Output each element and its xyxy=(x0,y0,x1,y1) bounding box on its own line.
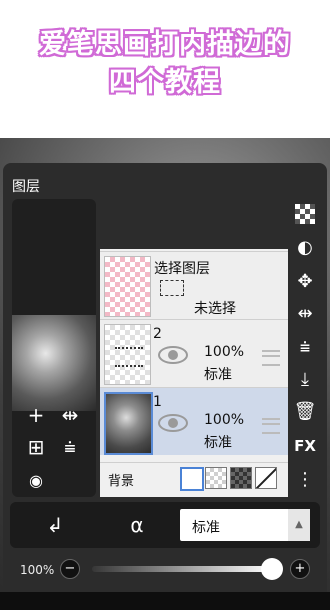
layers-top-empty xyxy=(100,199,288,249)
blend-mode-select[interactable]: 标准 ▲ xyxy=(180,509,310,541)
background-label: 背景 xyxy=(108,474,135,489)
layer-tools-column: ◐ ✥ ⇹ ⩧ ⤓ 🗑 FX ⋮ xyxy=(290,199,320,497)
top-banner: 爱笔思画打内描边的 四个教程 xyxy=(0,0,330,138)
checker-icon xyxy=(295,204,315,224)
layer-blend-mode: 标准 xyxy=(204,435,232,451)
blend-mode-value: 标准 xyxy=(192,520,220,536)
layer-name: 选择图层 xyxy=(154,261,210,277)
layer-thumbnail xyxy=(104,324,151,385)
sketch-thumbnail xyxy=(115,347,143,367)
duplicate-layer-button[interactable]: ⊞ xyxy=(24,435,48,459)
opacity-label: 100% xyxy=(20,563,55,577)
move-icon[interactable]: ✥ xyxy=(290,267,320,297)
drag-handle-icon[interactable] xyxy=(262,418,280,434)
layer-row-selection[interactable]: 选择图层 未选择 xyxy=(100,251,288,319)
background-white-swatch[interactable] xyxy=(180,467,204,491)
layer-number: 2 xyxy=(153,326,162,342)
drag-handle-icon[interactable] xyxy=(262,350,280,366)
flip-vertical-icon[interactable]: ⩧ xyxy=(290,333,320,363)
layer-row-2[interactable]: 2 100% 标准 xyxy=(100,319,288,387)
visibility-eye-icon[interactable] xyxy=(158,414,188,432)
selection-marquee-icon xyxy=(160,280,184,296)
layer-bottom-bar: ↲ α 标准 ▲ xyxy=(10,502,320,548)
camera-button[interactable]: ◉ xyxy=(24,469,48,493)
background-none-swatch[interactable] xyxy=(255,467,277,489)
layer-opacity: 100% xyxy=(204,344,245,360)
layer-thumbnail xyxy=(104,256,151,317)
flip-layer-button[interactable]: ⇹ xyxy=(58,403,82,427)
dropdown-arrow-icon: ▲ xyxy=(288,509,310,541)
trash-icon[interactable]: 🗑 xyxy=(290,397,320,427)
background-dark-checker-swatch[interactable] xyxy=(230,467,252,489)
half-circle-icon[interactable]: ◐ xyxy=(290,233,320,263)
preview-image xyxy=(12,315,96,411)
alpha-lock-icon[interactable]: α xyxy=(122,510,152,540)
bottom-toolbar xyxy=(0,592,330,610)
opacity-slider-track[interactable] xyxy=(92,566,272,572)
background-row: 背景 xyxy=(100,462,288,495)
opacity-control: 100% − + xyxy=(10,554,320,584)
banner-title-line2: 四个教程 xyxy=(109,67,221,98)
merge-layer-button[interactable]: ⩧ xyxy=(58,435,82,459)
layers-list: 选择图层 未选择 2 100% 标准 1 100% 标准 xyxy=(100,199,288,497)
opacity-minus-button[interactable]: − xyxy=(60,559,80,579)
layer-row-1[interactable]: 1 100% 标准 xyxy=(100,387,288,455)
background-checker-swatch[interactable] xyxy=(205,467,227,489)
layer-thumbnail xyxy=(104,392,153,455)
add-layer-button[interactable]: + xyxy=(24,403,48,427)
download-icon[interactable]: ⤓ xyxy=(290,365,320,395)
canvas-preview: + ⇹ ⊞ ⩧ ◉ xyxy=(12,199,96,497)
layer-number: 1 xyxy=(153,394,162,410)
panel-title: 图层 xyxy=(12,179,40,195)
more-vertical-icon[interactable]: ⋮ xyxy=(290,465,320,495)
opacity-slider-knob[interactable] xyxy=(261,558,283,580)
checker-tool-button[interactable] xyxy=(290,199,320,229)
clip-arrow-icon[interactable]: ↲ xyxy=(40,510,70,540)
fx-icon[interactable]: FX xyxy=(290,431,320,461)
layer-opacity: 100% xyxy=(204,412,245,428)
opacity-plus-button[interactable]: + xyxy=(290,559,310,579)
layer-blend-mode: 标准 xyxy=(204,367,232,383)
visibility-eye-icon[interactable] xyxy=(158,346,188,364)
flip-horizontal-icon[interactable]: ⇹ xyxy=(290,299,320,329)
layer-status: 未选择 xyxy=(194,301,236,317)
banner-title-line1: 爱笔思画打内描边的 xyxy=(39,29,291,60)
